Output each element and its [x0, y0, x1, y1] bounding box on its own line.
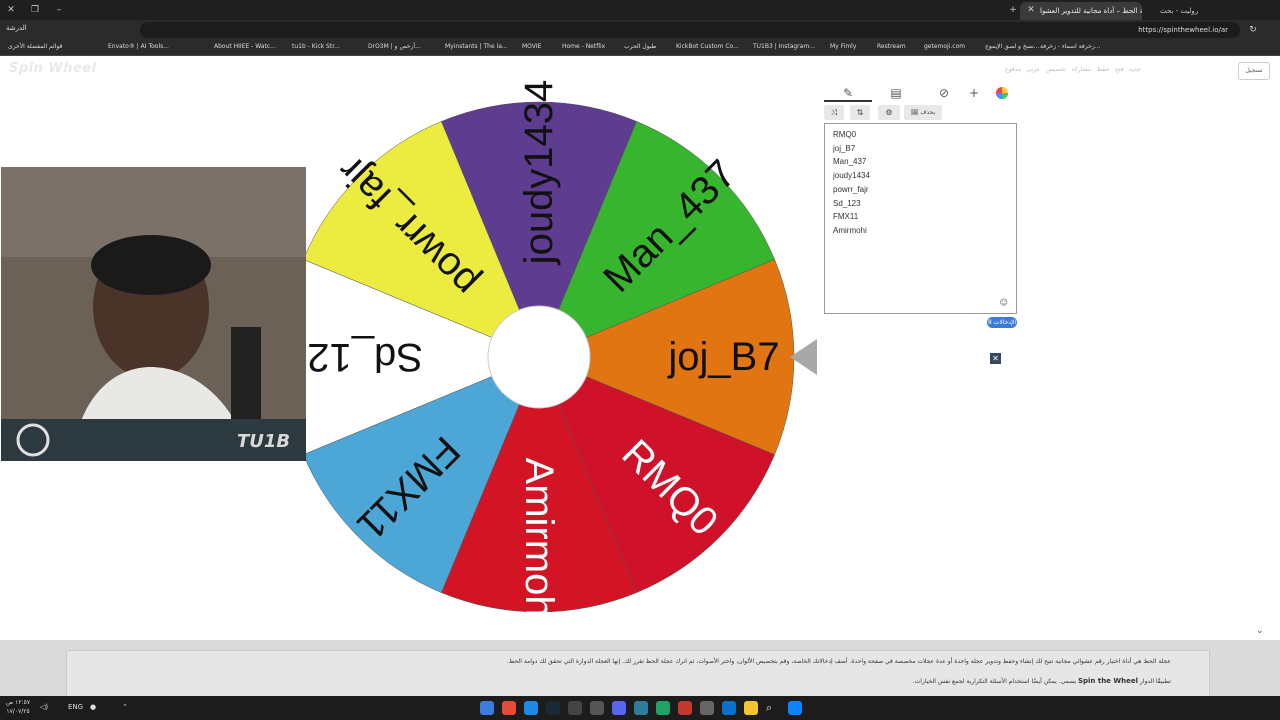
edge-icon[interactable] — [722, 701, 736, 715]
bookmark-item[interactable]: MOVIE — [522, 43, 541, 50]
tab-hide-icon[interactable]: ⊘ — [920, 84, 968, 102]
browser-title-bar: ✕ ❐ – + عجلة الحظ – أداة مجانية للتدوير … — [0, 0, 1280, 20]
panel-tabs: ✎ ▤ ⊘ + — [824, 84, 1018, 104]
description-section: عجلة الحظ هي أداة اختيار رقم عشوائي مجان… — [0, 640, 1280, 696]
bookmark-item[interactable]: Home - Netflix — [562, 43, 605, 50]
description-text: عجلة الحظ هي أداة اختيار رقم عشوائي مجان… — [506, 658, 1171, 665]
spin-the-wheel-label: Spin the Wheel — [1077, 677, 1138, 685]
chrome-icon[interactable] — [502, 701, 516, 715]
app-icon[interactable] — [590, 701, 604, 715]
tab-close-icon[interactable]: ✕ — [1024, 3, 1038, 17]
entries-textarea[interactable]: RMQ0 joj_B7 Man_437 joudy1434 powrr_fajr… — [824, 123, 1017, 314]
address-bar: الدرشة https://spinthewheel.io/ar ↻ — [0, 20, 1280, 40]
bookmark-item[interactable]: My Fimly — [830, 43, 856, 50]
bookmark-item[interactable]: نسخ و لصق الإيموج... — [985, 43, 1039, 50]
description-suffix: يسمى. يمكن أيضًا استخدام الأسئلة التكرار… — [912, 678, 1077, 685]
description-card: عجلة الحظ هي أداة اختيار رقم عشوائي مجان… — [66, 650, 1210, 696]
wheel-segment-label: joudy1434 — [517, 80, 561, 266]
bookmark-item[interactable]: Envato® | AI Tools... — [108, 43, 169, 50]
folder-icon[interactable] — [744, 701, 758, 715]
steam-icon[interactable] — [546, 701, 560, 715]
maximize-window-icon[interactable]: ❐ — [28, 3, 42, 17]
bookmark-item[interactable]: TU1B3 | Instagram... — [753, 43, 815, 50]
language-indicator[interactable]: ENG — [68, 703, 83, 711]
new-tab-icon[interactable]: + — [1006, 3, 1020, 17]
app-icon[interactable] — [678, 701, 692, 715]
app-icon[interactable] — [568, 701, 582, 715]
clock-time: ١٢:٥٧ ص — [6, 699, 31, 706]
shuffle-button[interactable]: ⤨ — [824, 105, 844, 120]
clock-date: ١٧/٠٧/٢٥ — [6, 708, 30, 715]
profile-label: الدرشة — [6, 24, 27, 32]
tab-add-icon[interactable]: + — [962, 84, 986, 102]
bookmarks-bar: قوائم المفضلة الأخرى Envato® | AI Tools.… — [0, 40, 1280, 56]
chevron-down-icon[interactable]: ⌄ — [1256, 626, 1264, 636]
url-text: https://spinthewheel.io/ar — [1138, 26, 1228, 34]
color-palette-icon — [996, 87, 1008, 99]
bookmark-item[interactable]: About HIIEE - Watc... — [214, 43, 276, 50]
bookmark-item[interactable]: زخرفة اسماء - زخرفة... — [1040, 43, 1100, 50]
reload-icon[interactable]: ↻ — [1246, 23, 1260, 37]
bookmark-item[interactable]: KickBot Custom Co... — [676, 43, 739, 50]
app-icon[interactable] — [480, 701, 494, 715]
entries-count-badge: الإدخالات 8 — [987, 317, 1017, 328]
minimize-window-icon[interactable]: – — [52, 3, 66, 17]
close-icon[interactable]: ✕ — [990, 353, 1001, 364]
volume-icon[interactable]: ◁) — [40, 703, 48, 711]
entry-line: powrr_fajr — [833, 184, 869, 194]
taskbar: ١٢:٥٧ ص ١٧/٠٧/٢٥ ◁) ENG ● ⌃ ⌕ — [0, 696, 1280, 720]
tab-search[interactable]: روليت - بحث — [1160, 2, 1260, 20]
sort-button[interactable]: ⇅ — [850, 105, 870, 120]
close-window-icon[interactable]: ✕ — [4, 3, 18, 17]
profile-button[interactable]: الدرشة — [6, 24, 27, 32]
wheel-pointer-icon — [790, 339, 817, 375]
bookmark-item[interactable]: طبول الحرب — [624, 43, 656, 50]
app-icon[interactable] — [524, 701, 538, 715]
description-prefix: تطبيقًا الدوار — [1139, 678, 1171, 685]
tab-results-icon[interactable]: ▤ — [872, 84, 920, 102]
entry-line: Amirmohi — [833, 225, 867, 235]
entry-line: FMX11 — [833, 212, 859, 222]
settings-button[interactable]: ⚙ — [878, 105, 900, 120]
bookmark-item[interactable]: Myinstants | The la... — [445, 43, 508, 50]
wheel-center-hub[interactable] — [487, 305, 591, 409]
app-icon[interactable] — [700, 701, 714, 715]
bookmark-item[interactable]: DrO3M | أرخص و... — [368, 43, 421, 50]
color-wheel-icon[interactable] — [992, 84, 1012, 102]
entry-line: Man_437 — [833, 157, 867, 167]
taskbar-clock[interactable]: ١٢:٥٧ ص ١٧/٠٧/٢٥ — [6, 698, 30, 716]
images-button[interactable]: 🖼 بحذف — [904, 105, 942, 120]
tab-title: روليت - بحث — [1160, 7, 1199, 15]
wheel-segment-label: joj_B7 — [667, 335, 779, 379]
start-icon[interactable] — [788, 701, 802, 715]
entry-line: Sd_123 — [833, 198, 861, 208]
svg-text:TU1B: TU1B — [237, 431, 290, 452]
url-input[interactable]: https://spinthewheel.io/ar — [140, 22, 1240, 38]
entry-line: joj_B7 — [833, 143, 856, 153]
bookmark-item[interactable]: getemoji.com — [924, 43, 965, 50]
streamer-image: TU1B — [1, 167, 306, 461]
tab-edit-icon[interactable]: ✎ — [824, 84, 872, 102]
entry-line: RMQ0 — [833, 130, 857, 139]
wheel-segment-label: Amirmohi — [517, 458, 561, 627]
microphone-icon[interactable]: ● — [90, 703, 96, 711]
app-icon[interactable] — [634, 701, 648, 715]
entry-line: joudy1434 — [833, 171, 870, 181]
emoji-icon[interactable]: ☺ — [1000, 298, 1008, 307]
discord-icon[interactable] — [612, 701, 626, 715]
other-bookmarks[interactable]: قوائم المفضلة الأخرى — [8, 43, 62, 50]
webcam-overlay: TU1B — [1, 167, 306, 461]
description-text-2: تطبيقًا الدوار Spin the Wheel يسمى. يمكن… — [105, 677, 1171, 685]
bookmark-item[interactable]: Restream — [877, 43, 906, 50]
chevron-up-icon[interactable]: ⌃ — [122, 703, 128, 711]
excel-icon[interactable] — [656, 701, 670, 715]
bookmark-item[interactable]: tu1b - Kick Str... — [292, 43, 340, 50]
tab-spin-wheel[interactable]: عجلة الحظ – أداة مجانية للتدوير العشوا — [1020, 2, 1142, 20]
search-icon[interactable]: ⌕ — [766, 701, 772, 715]
tab-title: عجلة الحظ – أداة مجانية للتدوير العشوا — [1040, 7, 1142, 15]
